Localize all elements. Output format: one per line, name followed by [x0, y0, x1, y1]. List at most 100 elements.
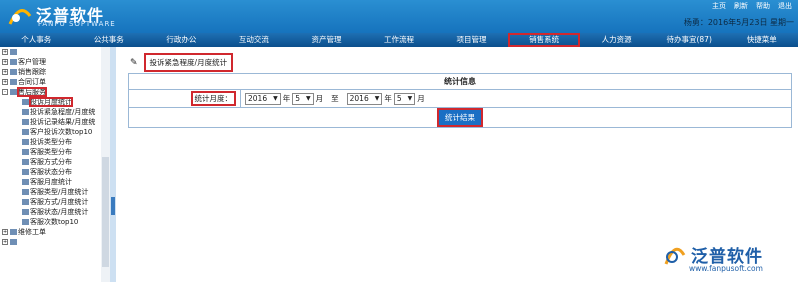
- folder-icon: [22, 219, 29, 225]
- tree-item[interactable]: 客服状态/月度统计: [0, 207, 100, 217]
- nav-item[interactable]: 销售系统: [507, 33, 581, 47]
- tree-label: 客户投诉次数top10: [30, 128, 93, 136]
- tree-label: 客服类型分布: [30, 148, 72, 156]
- chevron-down-icon: ▼: [306, 95, 311, 102]
- logo: 泛普软件 FANPU SOFTWARE: [8, 2, 148, 30]
- collapse-handle[interactable]: [111, 197, 115, 215]
- pencil-icon: ✎: [130, 57, 138, 68]
- nav-item[interactable]: 待办事宜(87): [653, 33, 726, 47]
- tree-label: 投诉类型分布: [30, 138, 72, 146]
- folder-icon: [22, 139, 29, 145]
- folder-icon: [22, 189, 29, 195]
- tree-item[interactable]: 投诉类型分布: [0, 137, 100, 147]
- sidebar-scrollbar[interactable]: [101, 47, 110, 282]
- nav-item[interactable]: 项目管理: [435, 33, 508, 47]
- tree-label: 客服类型/月度统计: [30, 188, 89, 196]
- tree-label: 销售跟踪: [18, 68, 46, 76]
- tree-folder[interactable]: - 售后服务: [0, 87, 100, 97]
- folder-icon: [10, 69, 17, 75]
- to-label: 至: [331, 94, 339, 103]
- main-content: ✎ 投诉紧急程度/月度统计 统计信息 统计月度： 2016 ▼ 年 5 ▼ 月 至 …: [116, 47, 798, 282]
- expand-icon[interactable]: +: [2, 239, 8, 245]
- logout-icon[interactable]: 退出: [778, 1, 792, 11]
- folder-icon: [10, 239, 17, 245]
- month-label: 统计月度：: [190, 91, 236, 106]
- tree-item[interactable]: 客服类型分布: [0, 147, 100, 157]
- nav-item[interactable]: 资产管理: [290, 33, 363, 47]
- tree-folder[interactable]: +: [0, 47, 100, 57]
- tree-label: 投诉月度统计: [29, 97, 73, 107]
- tree-item[interactable]: 客服方式分布: [0, 157, 100, 167]
- submit-button[interactable]: 统计结果: [437, 107, 483, 127]
- tree-item[interactable]: 客服月度统计: [0, 177, 100, 187]
- tree-folder[interactable]: + 客户管理: [0, 57, 100, 67]
- tree-folder[interactable]: + 维修工单: [0, 227, 100, 237]
- tree-item[interactable]: 客服类型/月度统计: [0, 187, 100, 197]
- sidebar: + + 客户管理 + 销售跟踪 + 合同订单 - 售后服务 投诉月度统计 投诉紧急程度/月度统 投诉记…: [0, 47, 110, 282]
- nav-item[interactable]: 工作流程: [363, 33, 436, 47]
- tree-label: 合同订单: [18, 78, 46, 86]
- tree-item[interactable]: 投诉记录结果/月度统: [0, 117, 100, 127]
- tree-label: 客服月度统计: [30, 178, 72, 186]
- folder-icon: [10, 89, 17, 95]
- nav-item[interactable]: 行政办公: [145, 33, 218, 47]
- submit-row: 统计结果: [129, 107, 791, 127]
- folder-icon: [10, 59, 17, 65]
- tree-item[interactable]: 客服状态分布: [0, 167, 100, 177]
- refresh-icon[interactable]: 刷新: [734, 1, 748, 11]
- help-icon[interactable]: 帮助: [756, 1, 770, 11]
- tree-label: 客户管理: [18, 58, 46, 66]
- folder-icon: [22, 129, 29, 135]
- expand-icon[interactable]: +: [2, 69, 8, 75]
- sidebar-tree: + + 客户管理 + 销售跟踪 + 合同订单 - 售后服务 投诉月度统计 投诉紧急程度/月度统 投诉记…: [0, 47, 100, 247]
- tree-label: 客服方式分布: [30, 158, 72, 166]
- year-unit: 年: [384, 94, 392, 103]
- tree-label: 售后服务: [17, 87, 47, 97]
- main-nav: 个人事务 公共事务 行政办公 互动交流 资产管理 工作流程 项目管理 销售系统 人力资源 待办事宜…: [0, 33, 798, 47]
- folder-icon: [22, 169, 29, 175]
- nav-item[interactable]: 公共事务: [73, 33, 146, 47]
- expand-icon[interactable]: +: [2, 59, 8, 65]
- month-unit: 月: [315, 94, 324, 103]
- month-label-cell: 统计月度：: [129, 90, 241, 107]
- folder-icon: [22, 149, 29, 155]
- tree-label: 客服方式/月度统计: [30, 198, 89, 206]
- to-month-select[interactable]: 5 ▼: [393, 92, 416, 105]
- nav-item[interactable]: 人力资源: [580, 33, 653, 47]
- month-row: 统计月度： 2016 ▼ 年 5 ▼ 月 至 2016 ▼ 年 5 ▼ 月: [129, 90, 791, 108]
- folder-icon: [22, 199, 29, 205]
- to-year-select[interactable]: 2016 ▼: [346, 92, 383, 105]
- expand-icon[interactable]: +: [2, 79, 8, 85]
- home-icon[interactable]: 主页: [712, 1, 726, 11]
- tree-label: 维修工单: [18, 228, 46, 236]
- scrollbar-thumb[interactable]: [102, 157, 109, 267]
- top-icons: 主页 刷新 帮助 退出: [712, 1, 792, 11]
- tree-item[interactable]: 客服方式/月度统计: [0, 197, 100, 207]
- tree-folder[interactable]: + 合同订单: [0, 77, 100, 87]
- month-fields: 2016 ▼ 年 5 ▼ 月 至 2016 ▼ 年 5 ▼ 月: [241, 90, 425, 107]
- from-month-select[interactable]: 5 ▼: [292, 92, 314, 105]
- from-year-select[interactable]: 2016 ▼: [245, 92, 281, 105]
- breadcrumb: ✎ 投诉紧急程度/月度统计: [130, 53, 234, 72]
- brand-subtitle: FANPU SOFTWARE: [38, 20, 116, 28]
- tree-item[interactable]: 投诉紧急程度/月度统: [0, 107, 100, 117]
- expand-icon[interactable]: +: [2, 49, 8, 55]
- expand-icon[interactable]: +: [2, 229, 8, 235]
- watermark: 泛普软件 www.fanpusoft.com: [661, 240, 786, 276]
- tree-item[interactable]: 投诉月度统计: [0, 97, 100, 107]
- tree-folder[interactable]: + 销售跟踪: [0, 67, 100, 77]
- nav-item[interactable]: 个人事务: [0, 33, 73, 47]
- nav-item[interactable]: 互动交流: [218, 33, 291, 47]
- stats-form: 统计信息 统计月度： 2016 ▼ 年 5 ▼ 月 至 2016 ▼ 年 5 ▼ 月 统…: [128, 73, 792, 128]
- expand-icon[interactable]: -: [2, 89, 8, 95]
- watermark-logo-icon: [664, 247, 686, 265]
- tree-item[interactable]: 客户投诉次数top10: [0, 127, 100, 137]
- folder-icon: [10, 79, 17, 85]
- month-unit: 月: [417, 94, 425, 103]
- nav-item[interactable]: 快捷菜单: [725, 33, 798, 47]
- tree-item[interactable]: 客服次数top10: [0, 217, 100, 227]
- tree-label: 投诉记录结果/月度统: [30, 118, 96, 126]
- tree-label: 投诉紧急程度/月度统: [30, 108, 96, 116]
- tree-label: 客服状态/月度统计: [30, 208, 89, 216]
- tree-folder[interactable]: +: [0, 237, 100, 247]
